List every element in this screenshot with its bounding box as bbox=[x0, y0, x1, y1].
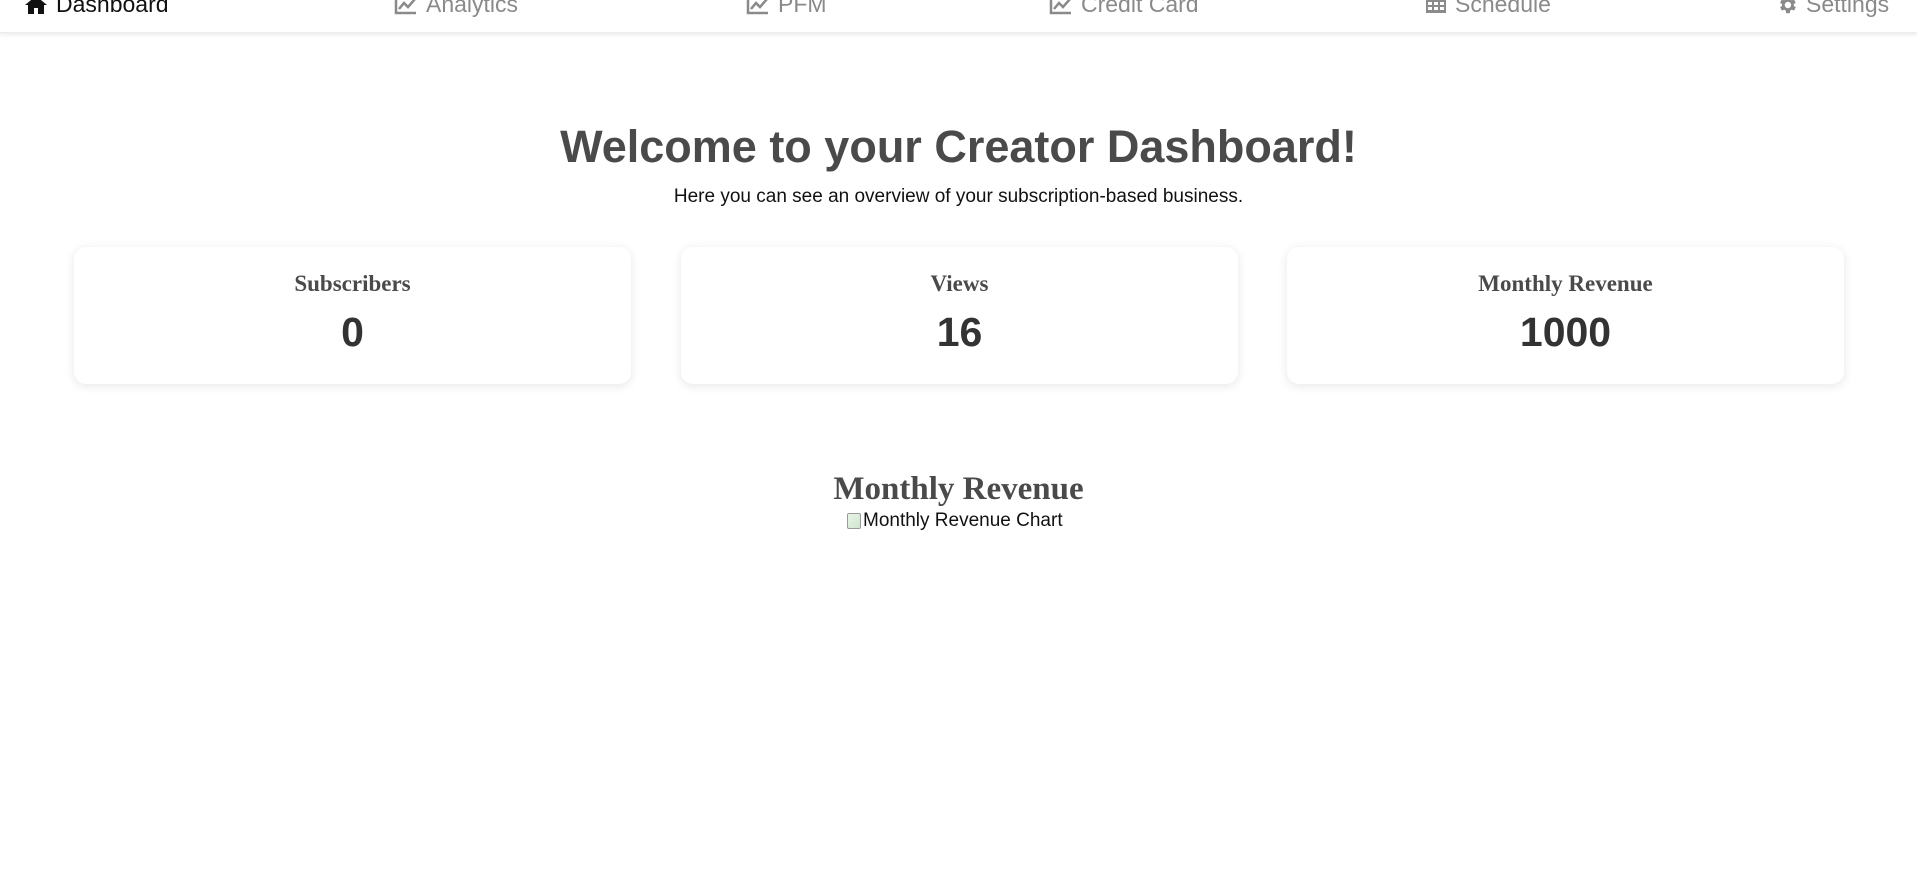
top-navigation: Dashboard Analytics PFM Credit Card Sche… bbox=[0, 0, 1917, 33]
chart-image-alt-text: Monthly Revenue Chart bbox=[863, 510, 1063, 531]
line-chart-icon bbox=[1049, 0, 1073, 15]
home-icon bbox=[24, 0, 48, 16]
broken-image-icon bbox=[847, 513, 861, 529]
table-icon bbox=[1425, 0, 1447, 15]
line-chart-icon bbox=[746, 0, 770, 15]
monthly-revenue-chart-image: Monthly Revenue Chart bbox=[847, 510, 1063, 532]
nav-item-settings[interactable]: Settings bbox=[1776, 0, 1889, 18]
nav-item-dashboard[interactable]: Dashboard bbox=[24, 0, 169, 18]
stat-label: Monthly Revenue bbox=[1478, 271, 1653, 296]
stat-value: 0 bbox=[341, 309, 364, 355]
stat-label: Subscribers bbox=[294, 271, 411, 296]
nav-label: Credit Card bbox=[1081, 0, 1199, 17]
page-subtitle: Here you can see an overview of your sub… bbox=[673, 186, 1244, 207]
stat-label: Views bbox=[930, 271, 989, 296]
chart-section-title: Monthly Revenue bbox=[833, 471, 1084, 508]
stat-card-views: Views 16 bbox=[681, 247, 1238, 384]
nav-label: Settings bbox=[1806, 0, 1890, 17]
nav-label: Schedule bbox=[1455, 0, 1551, 17]
nav-item-analytics[interactable]: Analytics bbox=[394, 0, 518, 18]
nav-label: PFM bbox=[778, 0, 827, 17]
nav-item-pfm[interactable]: PFM bbox=[746, 0, 827, 18]
stat-value: 1000 bbox=[1519, 309, 1612, 355]
gear-icon bbox=[1776, 0, 1798, 16]
stat-card-subscribers: Subscribers 0 bbox=[74, 247, 631, 384]
line-chart-icon bbox=[394, 0, 418, 15]
stat-value: 16 bbox=[936, 309, 983, 355]
stat-card-monthly-revenue: Monthly Revenue 1000 bbox=[1287, 247, 1844, 384]
nav-label: Dashboard bbox=[56, 0, 169, 17]
nav-item-schedule[interactable]: Schedule bbox=[1425, 0, 1551, 18]
page-title: Welcome to your Creator Dashboard! bbox=[560, 121, 1357, 172]
nav-label: Analytics bbox=[426, 0, 519, 17]
nav-item-credit-card[interactable]: Credit Card bbox=[1049, 0, 1199, 18]
